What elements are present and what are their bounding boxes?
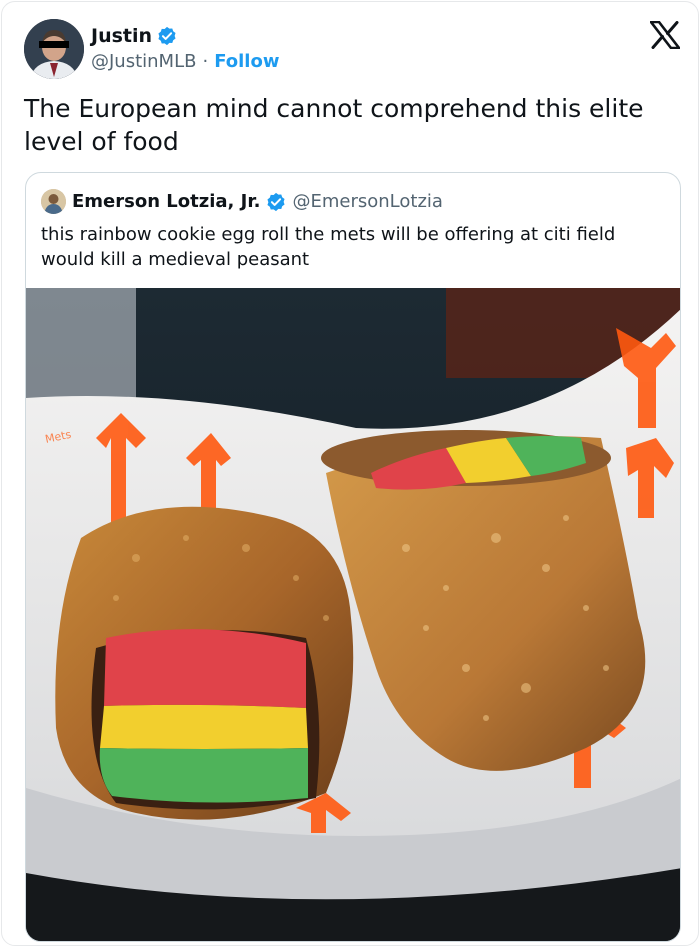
quoted-author-name-line[interactable]: Emerson Lotzia, Jr. @EmersonLotzia <box>72 190 443 214</box>
author-name-text: Justin <box>91 25 153 47</box>
quoted-author-handle: @EmersonLotzia <box>292 191 443 212</box>
author-handle-line: @JustinMLB · Follow <box>91 51 279 73</box>
quoted-author-name: Emerson Lotzia, Jr. <box>72 191 261 212</box>
quoted-tweet[interactable]: Emerson Lotzia, Jr. @EmersonLotzia this … <box>25 172 681 942</box>
quoted-tweet-text: this rainbow cookie egg roll the mets wi… <box>41 224 616 270</box>
verified-badge-icon <box>158 26 176 46</box>
author-name[interactable]: Justin <box>91 24 177 48</box>
tweet-text: The European mind cannot comprehend this… <box>24 94 644 156</box>
author-avatar[interactable] <box>24 19 84 79</box>
verified-badge-icon <box>267 192 286 212</box>
avatar-image <box>24 19 84 79</box>
quoted-author-avatar[interactable] <box>41 189 66 214</box>
rainbow-cookie-cut <box>99 629 308 803</box>
tweet-card: Justin @JustinMLB · Follow The European … <box>1 1 699 946</box>
handle-separator: · <box>202 51 209 72</box>
author-handle[interactable]: @JustinMLB <box>91 51 196 73</box>
follow-link[interactable]: Follow <box>214 51 279 73</box>
quoted-tweet-photo[interactable]: Mets <box>26 288 680 941</box>
quoted-avatar-image <box>41 189 66 214</box>
x-logo-icon[interactable] <box>650 21 680 49</box>
egg-roll-photo: Mets <box>26 288 680 941</box>
